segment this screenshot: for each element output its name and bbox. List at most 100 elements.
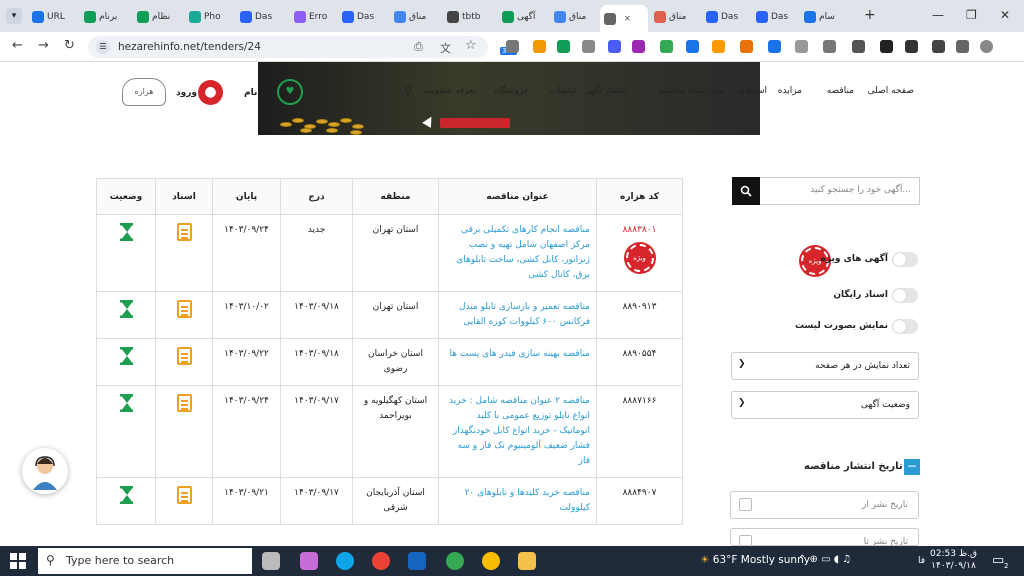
per-page-select[interactable]: تعداد نمایش در هر صفحه ❯	[731, 352, 919, 380]
extension-icon[interactable]	[686, 40, 699, 53]
maximize-icon[interactable]: ❐	[966, 8, 977, 22]
list-view-toggle[interactable]	[892, 319, 918, 334]
clock[interactable]: 02:53 ق.ظ ۱۴۰۳/۰۹/۱۸	[930, 548, 977, 572]
browser-tab[interactable]: Das	[702, 6, 750, 28]
task-view-icon[interactable]	[262, 552, 280, 570]
extension-icon[interactable]	[880, 40, 893, 53]
weather-widget[interactable]: ☀ 63°F Mostly sunny	[700, 554, 810, 566]
extension-icon[interactable]	[905, 40, 918, 53]
nav-menu-item[interactable]: فروشگاه	[494, 86, 528, 96]
browser-tab[interactable]: نظام	[133, 6, 183, 28]
date-from-input[interactable]: تاریخ نشر از	[730, 491, 919, 519]
site-info-icon[interactable]: ☰	[96, 40, 110, 54]
nav-menu-item[interactable]: مزایده	[778, 86, 802, 96]
extension-icon[interactable]	[582, 40, 595, 53]
taskbar-search[interactable]: Type here to search	[38, 548, 252, 574]
document-icon[interactable]	[176, 394, 192, 412]
browser-tab[interactable]: Erro	[290, 6, 336, 28]
extension-icon[interactable]	[740, 40, 753, 53]
close-icon[interactable]: ✕	[1000, 8, 1010, 22]
forward-icon[interactable]: →	[38, 38, 49, 53]
user-avatar-icon[interactable]: ●	[198, 80, 223, 105]
browser-tab[interactable]: مناق	[550, 6, 598, 28]
profile-avatar-icon[interactable]	[980, 40, 993, 53]
edge-icon[interactable]	[336, 552, 354, 570]
table-row[interactable]: ۸۸۹۰۹۱۳ مناقصه تعمیر و بازسازی تابلو مبدل…	[96, 291, 683, 339]
browser-tab[interactable]: Pho	[185, 6, 235, 28]
translate-icon[interactable]: 文	[440, 40, 451, 56]
banner-button[interactable]	[440, 118, 510, 128]
table-header[interactable]: وضعیت	[96, 178, 156, 215]
back-icon[interactable]: ←	[12, 38, 23, 53]
browser-tab[interactable]: برنام	[80, 6, 131, 28]
extension-icon[interactable]	[712, 40, 725, 53]
browser-tab[interactable]: مناق	[650, 6, 700, 28]
browser-tab[interactable]: tbtb	[443, 6, 496, 28]
extension-icon[interactable]	[932, 40, 945, 53]
support-chat-button[interactable]	[22, 448, 68, 494]
table-header[interactable]: درج	[280, 178, 353, 215]
extension-icon[interactable]	[768, 40, 781, 53]
chrome-icon[interactable]	[482, 552, 500, 570]
chrome-icon[interactable]	[446, 552, 464, 570]
date-to-input[interactable]: تاریخ نشر تا	[730, 528, 919, 546]
browser-tab[interactable]: آگهی	[498, 6, 548, 28]
search-button[interactable]	[732, 177, 760, 205]
table-header[interactable]: کد هزاره	[596, 178, 683, 215]
url-text[interactable]: hezarehinfo.net/tenders/24	[118, 41, 261, 53]
tender-title-link[interactable]: مناقصه ۲ عنوان مناقصه شامل : خرید انواع …	[438, 385, 597, 478]
reload-icon[interactable]: ↻	[64, 38, 75, 53]
extension-icon[interactable]	[557, 40, 570, 53]
nav-menu-item[interactable]: استعلام	[739, 86, 767, 96]
nav-menu-item[interactable]: صفحه اصلی	[868, 86, 914, 96]
extension-icon[interactable]	[660, 40, 673, 53]
collapse-icon[interactable]: −	[904, 459, 920, 475]
table-row[interactable]: ۸۸۸۳۸۰۱ ویژه مناقصه انجام کارهای تکمیلی بر…	[96, 214, 683, 292]
nav-menu-item[interactable]: تعرفه عضویت	[423, 86, 476, 96]
table-row[interactable]: ۸۸۸۴۹۰۷ مناقصه خرید کلیدها و تابلوهای ۲۰ …	[96, 477, 683, 525]
nav-menu-item[interactable]: مناقصه	[827, 86, 854, 96]
system-tray-icons[interactable]: ⌃ ⊕ ▭ ◖ ♫	[798, 554, 851, 565]
table-row[interactable]: ۸۸۸۷۱۶۶ مناقصه ۲ عنوان مناقصه شامل : خرید…	[96, 385, 683, 478]
browser-tab[interactable]: ✕	[600, 5, 648, 32]
table-header[interactable]: اسناد	[155, 178, 213, 215]
table-row[interactable]: ۸۸۹۰۵۵۴ مناقصه بهینه سازی فیدر های پست ها…	[96, 338, 683, 386]
tender-title-link[interactable]: مناقصه خرید کلیدها و تابلوهای ۲۰ کیلوولت	[438, 477, 597, 525]
browser-tab[interactable]: Das	[338, 6, 388, 28]
document-icon[interactable]	[176, 300, 192, 318]
document-icon[interactable]	[176, 347, 192, 365]
outlook-icon[interactable]	[408, 552, 426, 570]
tender-title-link[interactable]: مناقصه تعمیر و بازسازی تابلو مبدل فرکانس…	[438, 291, 597, 339]
file-explorer-icon[interactable]	[518, 552, 536, 570]
tender-title-link[interactable]: مناقصه انجام کارهای تکمیلی برقی مرکز اصف…	[438, 214, 597, 292]
tender-title-link[interactable]: مناقصه بهینه سازی فیدر های پست ها	[438, 338, 597, 386]
table-header[interactable]: منطقه	[352, 178, 439, 215]
browser-tab[interactable]: URL	[28, 6, 78, 28]
nav-menu-item[interactable]: تبلیغات	[550, 86, 576, 96]
tab-close-icon[interactable]: ✕	[624, 14, 631, 23]
table-header[interactable]: عنوان مناقصه	[438, 178, 597, 215]
new-tab-button[interactable]: +	[864, 7, 876, 23]
windows-start-icon[interactable]	[10, 553, 26, 569]
minimize-icon[interactable]: —	[932, 8, 944, 22]
document-icon[interactable]	[176, 223, 192, 241]
bookmark-star-icon[interactable]: ☆	[465, 38, 477, 53]
document-icon[interactable]	[176, 486, 192, 504]
extension-icon[interactable]	[608, 40, 621, 53]
browser-tab[interactable]: سام	[800, 6, 852, 28]
special-ads-toggle[interactable]	[892, 252, 918, 267]
search-input[interactable]: آگهی خود را جستجو کنید...	[760, 177, 920, 205]
register-link[interactable]: ثبت نام	[244, 88, 277, 98]
extension-icon[interactable]	[823, 40, 836, 53]
extension-icon[interactable]	[956, 40, 969, 53]
search-icon[interactable]: ⚲	[404, 84, 412, 97]
browser-tab[interactable]: Das	[752, 6, 798, 28]
site-logo[interactable]: هزاره	[122, 78, 166, 106]
ad-status-select[interactable]: وضعیت آگهی ❯	[731, 391, 919, 419]
browser-tab[interactable]: مناق	[390, 6, 441, 28]
extension-icon[interactable]	[852, 40, 865, 53]
browser-tab[interactable]: Das	[236, 6, 288, 28]
tab-search-button[interactable]: ▾	[6, 8, 22, 24]
language-indicator[interactable]: فا	[918, 556, 925, 566]
chrome-icon[interactable]	[372, 552, 390, 570]
